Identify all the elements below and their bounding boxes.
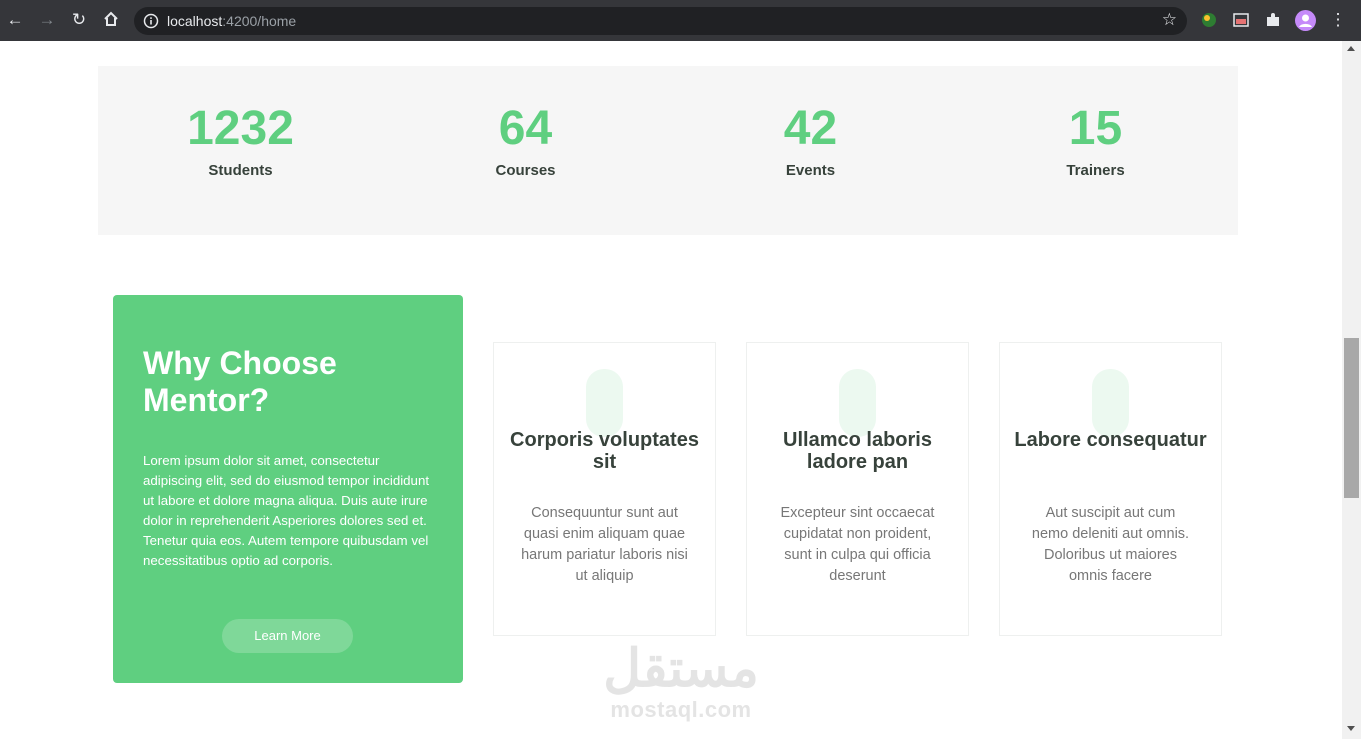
learn-more-button[interactable]: Learn More	[222, 619, 353, 653]
feature-title: Ullamco laboris ladore pan	[783, 429, 932, 473]
stats-section: 1232 Students 64 Courses 42 Events 15 Tr…	[98, 66, 1238, 235]
feature-icon	[839, 369, 876, 437]
stat-number: 1232	[187, 102, 294, 155]
home-icon[interactable]	[101, 10, 121, 30]
scrollbar-thumb[interactable]	[1344, 338, 1359, 498]
forward-arrow-icon[interactable]: →	[37, 10, 57, 30]
browser-menu-icon[interactable]: ⋮	[1328, 10, 1348, 30]
feature-title: Labore consequatur	[1014, 429, 1207, 451]
stat-number: 64	[498, 102, 553, 155]
stat-label: Students	[208, 162, 273, 179]
extensions-puzzle-icon[interactable]	[1264, 11, 1282, 29]
extension-globe-icon[interactable]	[1200, 11, 1218, 29]
watermark-latin: mostaql.com	[610, 697, 752, 722]
reload-icon[interactable]: ↻	[69, 10, 89, 30]
feature-text: Aut suscipit aut cum nemo deleniti aut o…	[1031, 505, 1190, 584]
stat-number: 42	[783, 102, 838, 155]
address-bar[interactable]: localhost:4200/home ☆	[134, 7, 1187, 35]
stat-students: 1232 Students	[98, 102, 383, 180]
url-path: :4200/home	[222, 13, 297, 29]
feature-card: Corporis voluptates sit Consequuntur sun…	[493, 342, 716, 636]
why-choose-box: Why Choose Mentor? Lorem ipsum dolor sit…	[113, 295, 463, 683]
url-text[interactable]: localhost:4200/home	[167, 13, 296, 29]
why-choose-text: Lorem ipsum dolor sit amet, consectetur …	[143, 453, 430, 568]
watermark-arabic: مستقل	[603, 640, 759, 698]
feature-text: Excepteur sint occaecat cupidatat non pr…	[780, 505, 935, 584]
site-info-icon[interactable]	[143, 13, 159, 29]
feature-icon	[586, 369, 623, 437]
page-scrollbar[interactable]	[1342, 41, 1361, 739]
feature-icon	[1092, 369, 1129, 437]
stat-events: 42 Events	[668, 102, 953, 180]
feature-text: Consequuntur sunt aut quasi enim aliquam…	[521, 505, 688, 584]
stat-label: Events	[785, 162, 836, 179]
extension-window-icon[interactable]	[1232, 11, 1250, 29]
stat-trainers: 15 Trainers	[953, 102, 1238, 180]
feature-card: Ullamco laboris ladore pan Excepteur sin…	[746, 342, 969, 636]
feature-card: Labore consequatur Aut suscipit aut cum …	[999, 342, 1222, 636]
why-choose-title: Why Choose Mentor?	[143, 345, 337, 418]
scroll-up-icon[interactable]	[1347, 46, 1355, 51]
stat-label: Trainers	[1066, 162, 1125, 179]
bookmark-star-icon[interactable]: ☆	[1162, 10, 1177, 30]
back-arrow-icon[interactable]: ←	[5, 10, 25, 30]
scroll-down-icon[interactable]	[1347, 726, 1355, 731]
url-host: localhost	[167, 13, 223, 29]
stat-courses: 64 Courses	[383, 102, 668, 180]
profile-avatar-icon[interactable]	[1295, 10, 1316, 31]
stat-number: 15	[1068, 102, 1123, 155]
stat-label: Courses	[495, 162, 556, 179]
browser-toolbar: ← → ↻ localhost:4200/home ☆ ⋮	[0, 0, 1361, 41]
feature-title: Corporis voluptates sit	[510, 429, 699, 473]
